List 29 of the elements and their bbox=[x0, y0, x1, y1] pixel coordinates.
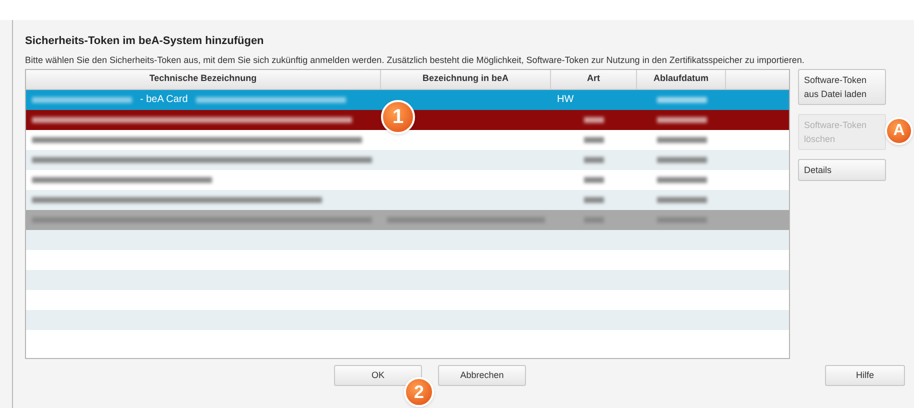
dialog-button[interactable]: OK bbox=[334, 365, 422, 386]
redaction-bar bbox=[656, 196, 706, 202]
help-button[interactable]: Hilfe bbox=[825, 365, 905, 386]
side-button[interactable]: Details bbox=[798, 158, 886, 180]
redaction-bar bbox=[656, 216, 706, 222]
column-header[interactable]: Bezeichnung in beA bbox=[422, 72, 508, 86]
redaction-bar bbox=[584, 196, 604, 202]
dialog-description: Bitte wählen Sie den Sicherheits-Token aus, mit dem Sie sich zukünftig anmelden werden. Zusätzlich besteht die Möglichkeit, Software-Token zur Nutzung in den Zertifikatsspeicher zu importieren. bbox=[25, 54, 806, 66]
table-cell-text: - beA Card bbox=[140, 93, 188, 107]
redaction-bar bbox=[584, 216, 604, 222]
redaction-bar bbox=[656, 176, 706, 182]
redaction-bar bbox=[656, 96, 706, 102]
table-cell-text: HW bbox=[557, 93, 574, 107]
dialog-title: Sicherheits-Token im beA-System hinzufügen bbox=[25, 34, 265, 49]
redaction-bar bbox=[584, 136, 604, 142]
redaction-bar bbox=[656, 136, 706, 142]
redaction-bar bbox=[584, 156, 604, 162]
redaction-bar bbox=[656, 116, 706, 122]
redaction-bar bbox=[656, 156, 706, 162]
number-badge: A bbox=[885, 117, 913, 145]
side-button[interactable]: Software-Token aus Datei laden bbox=[798, 68, 886, 104]
redaction-bar bbox=[584, 176, 604, 182]
table-row[interactable] bbox=[26, 110, 789, 130]
redaction-bar bbox=[584, 116, 604, 122]
column-header[interactable]: Technische Bezeichnung bbox=[149, 72, 257, 86]
column-header[interactable]: Art bbox=[587, 72, 600, 86]
number-badge: 2 bbox=[404, 377, 434, 407]
dialog-button[interactable]: Abbrechen bbox=[438, 365, 526, 386]
column-header[interactable]: Ablaufdatum bbox=[654, 72, 708, 86]
